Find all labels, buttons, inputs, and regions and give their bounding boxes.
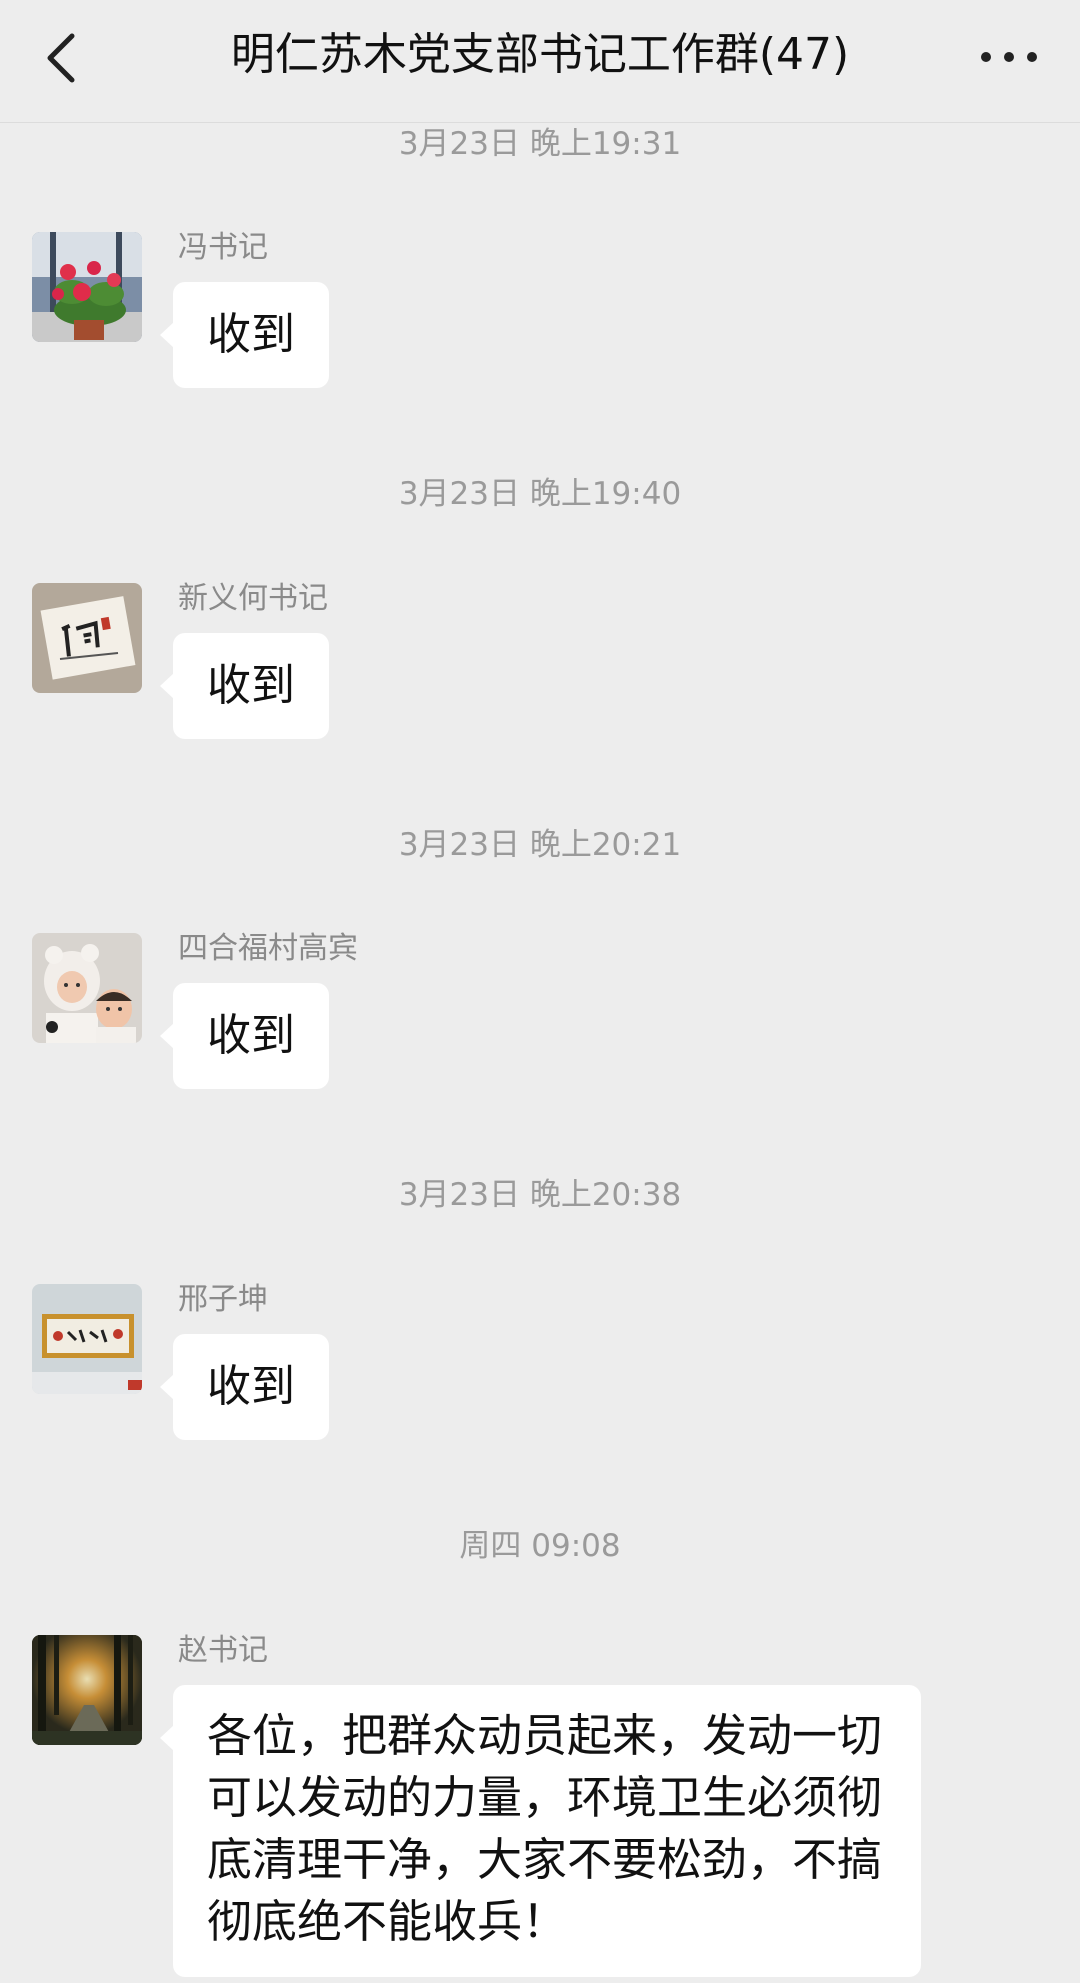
- avatar[interactable]: [32, 1635, 142, 1745]
- avatar[interactable]: [32, 583, 142, 693]
- timestamp: 3月23日 晚上20:38: [398, 1177, 682, 1213]
- message-bubble[interactable]: 收到: [160, 282, 329, 388]
- sender-name: 四合福村高宾: [178, 931, 358, 966]
- timestamp: 3月23日 晚上20:21: [398, 827, 682, 863]
- more-button[interactable]: [978, 44, 1040, 70]
- timestamp: 3月23日 晚上19:40: [398, 476, 682, 512]
- calligraphy-avatar-image: [32, 583, 142, 693]
- chevron-left-icon: [47, 33, 75, 83]
- sender-name: 邢子坤: [178, 1282, 268, 1317]
- more-dots-icon: [981, 52, 1037, 62]
- back-button[interactable]: [38, 28, 82, 88]
- sender-name: 冯书记: [178, 230, 268, 265]
- flower-avatar-image: [32, 232, 142, 342]
- message-bubble[interactable]: 各位，把群众动员起来，发动一切可以发动的力量，环境卫生必须彻底清理干净，大家不要…: [160, 1685, 921, 1977]
- painting-avatar-image: [32, 1284, 142, 1394]
- message-bubble[interactable]: 收到: [160, 633, 329, 739]
- chat-title: 明仁苏木党支部书记工作群(47): [230, 29, 850, 80]
- chat-header: 明仁苏木党支部书记工作群(47): [0, 0, 1080, 123]
- avatar[interactable]: [32, 933, 142, 1043]
- timestamp: 3月23日 晚上19:31: [398, 126, 682, 162]
- sender-name: 新义何书记: [178, 581, 328, 616]
- avatar[interactable]: [32, 1284, 142, 1394]
- message-bubble[interactable]: 收到: [160, 983, 329, 1089]
- message-bubble[interactable]: 收到: [160, 1334, 329, 1440]
- forest-sunset-avatar-image: [32, 1635, 142, 1745]
- timestamp: 周四 09:08: [459, 1528, 621, 1564]
- children-avatar-image: [32, 933, 142, 1043]
- sender-name: 赵书记: [178, 1633, 268, 1668]
- avatar[interactable]: [32, 232, 142, 342]
